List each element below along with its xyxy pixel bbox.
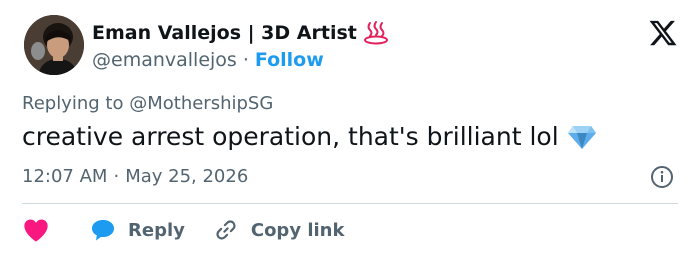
action-bar: Reply Copy link [22,214,344,246]
timestamp-separator: · [113,166,120,187]
author-name-row: Eman Vallejos | 3D Artist [92,20,389,46]
tweet-card: Eman Vallejos | 3D Artist @emanvallejos … [0,0,700,256]
reply-bubble-icon [90,218,116,242]
author-handle[interactable]: @emanvallejos [92,49,237,71]
copy-link-button[interactable]: Copy link [185,217,345,243]
replying-to-line: Replying to @MothershipSG [22,93,273,114]
hot-springs-icon [363,20,389,46]
handle-separator: · [242,49,249,71]
replying-mention[interactable]: @MothershipSG [129,93,273,114]
author-handle-row: @emanvallejos · Follow [92,48,324,72]
tweet-time[interactable]: 12:07 AM [22,166,107,187]
copy-link-label: Copy link [250,219,345,241]
x-logo-icon[interactable] [648,18,678,48]
gem-icon [567,123,597,151]
tweet-text: creative arrest operation, that's brilli… [22,122,559,151]
like-button[interactable] [22,217,90,243]
info-icon[interactable] [650,165,674,189]
tweet-text-row: creative arrest operation, that's brilli… [22,122,597,151]
follow-button[interactable]: Follow [255,49,324,71]
replying-prefix: Replying to [22,93,124,114]
reply-button[interactable]: Reply [90,218,185,242]
link-icon [213,217,239,243]
reply-label: Reply [128,219,185,241]
divider [22,203,678,204]
timestamp-row: 12:07 AM · May 25, 2026 [22,166,248,187]
tweet-date[interactable]: May 25, 2026 [125,166,248,187]
avatar[interactable] [24,15,84,75]
heart-icon [22,217,50,243]
author-display-name[interactable]: Eman Vallejos | 3D Artist [92,22,357,44]
